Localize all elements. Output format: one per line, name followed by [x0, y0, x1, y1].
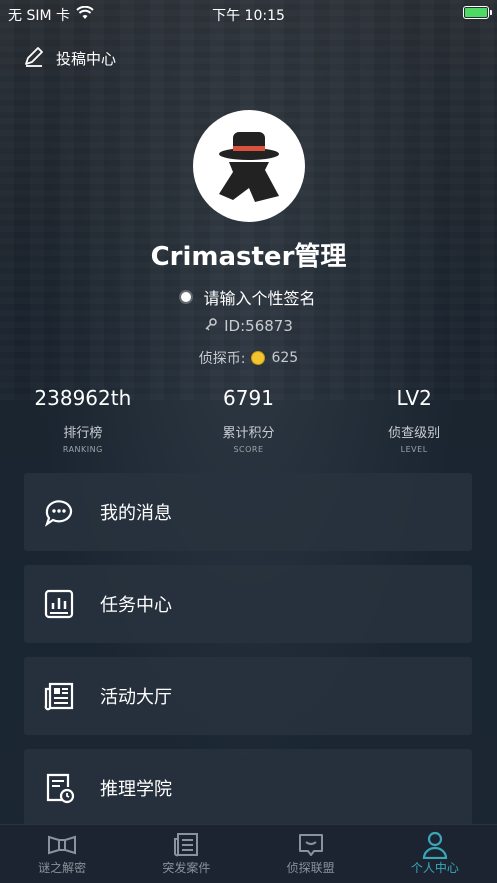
- stat-score[interactable]: 6791 累计积分 SCORE: [166, 386, 332, 454]
- clock: 下午 10:15: [212, 8, 285, 24]
- bar-chart-icon: [42, 587, 76, 621]
- stat-value: 6791: [223, 386, 274, 410]
- tab-alliance[interactable]: 侦探联盟: [249, 825, 373, 883]
- stat-sublabel: LEVEL: [400, 445, 428, 454]
- newspaper-icon: [170, 831, 202, 859]
- menu-item-label: 活动大厅: [100, 687, 172, 708]
- avatar[interactable]: [193, 110, 305, 222]
- stat-label: 侦查级别: [388, 426, 441, 441]
- stat-value: 238962th: [34, 386, 132, 410]
- signature-field[interactable]: 请输入个性签名: [0, 285, 497, 309]
- status-bar: 无 SIM 卡 下午 10:15: [0, 0, 497, 28]
- tab-label: 谜之解密: [38, 861, 87, 875]
- menu-item-label: 推理学院: [100, 779, 172, 800]
- menu-item-label: 任务中心: [100, 595, 172, 616]
- ribbon-icon: [46, 831, 78, 859]
- stat-value: LV2: [396, 386, 432, 410]
- battery-icon: [463, 6, 492, 19]
- chat-icon: [295, 831, 327, 859]
- stats-row: 238962th 排行榜 RANKING 6791 累计积分 SCORE LV2…: [0, 386, 497, 454]
- menu-item-events[interactable]: 活动大厅: [24, 657, 472, 735]
- stat-sublabel: RANKING: [62, 445, 103, 454]
- coin-icon: [251, 351, 266, 365]
- submit-center-label: 投稿中心: [56, 49, 117, 68]
- stat-level[interactable]: LV2 侦查级别 LEVEL: [331, 386, 497, 454]
- chat-bubbles-icon: [42, 495, 76, 529]
- coins-row: 侦探币: 625: [0, 348, 497, 368]
- stat-label: 排行榜: [63, 426, 103, 441]
- submit-center-button[interactable]: 投稿中心: [22, 44, 116, 72]
- tab-label: 个人中心: [410, 861, 459, 875]
- pencil-icon: [22, 44, 46, 72]
- menu-item-academy[interactable]: 推理学院: [24, 749, 472, 827]
- stat-ranking[interactable]: 238962th 排行榜 RANKING: [0, 386, 166, 454]
- tab-label: 突发案件: [162, 861, 211, 875]
- tab-cases[interactable]: 突发案件: [124, 825, 248, 883]
- stat-sublabel: SCORE: [233, 445, 264, 454]
- tab-profile[interactable]: 个人中心: [373, 825, 497, 883]
- tab-label: 侦探联盟: [286, 861, 335, 875]
- stat-label: 累计积分: [222, 426, 275, 441]
- menu-item-messages[interactable]: 我的消息: [24, 473, 472, 551]
- user-id: ID:56873: [0, 317, 497, 335]
- person-icon: [419, 831, 451, 859]
- user-id-text: ID:56873: [224, 317, 293, 335]
- document-clock-icon: [42, 771, 76, 805]
- key-icon: [204, 317, 218, 335]
- signature-text: 请输入个性签名: [203, 289, 316, 308]
- coins-value: 625: [271, 350, 299, 366]
- tab-bar: 谜之解密 突发案件 侦探联盟 个人中心: [0, 824, 497, 883]
- newspaper-icon: [42, 679, 76, 713]
- tab-puzzles[interactable]: 谜之解密: [0, 825, 124, 883]
- detective-hat-icon: [219, 132, 279, 202]
- signature-dot-icon: [181, 292, 192, 302]
- coins-label: 侦探币:: [198, 351, 246, 367]
- username: Crimaster管理: [150, 242, 347, 272]
- menu-item-tasks[interactable]: 任务中心: [24, 565, 472, 643]
- menu-item-label: 我的消息: [100, 503, 172, 524]
